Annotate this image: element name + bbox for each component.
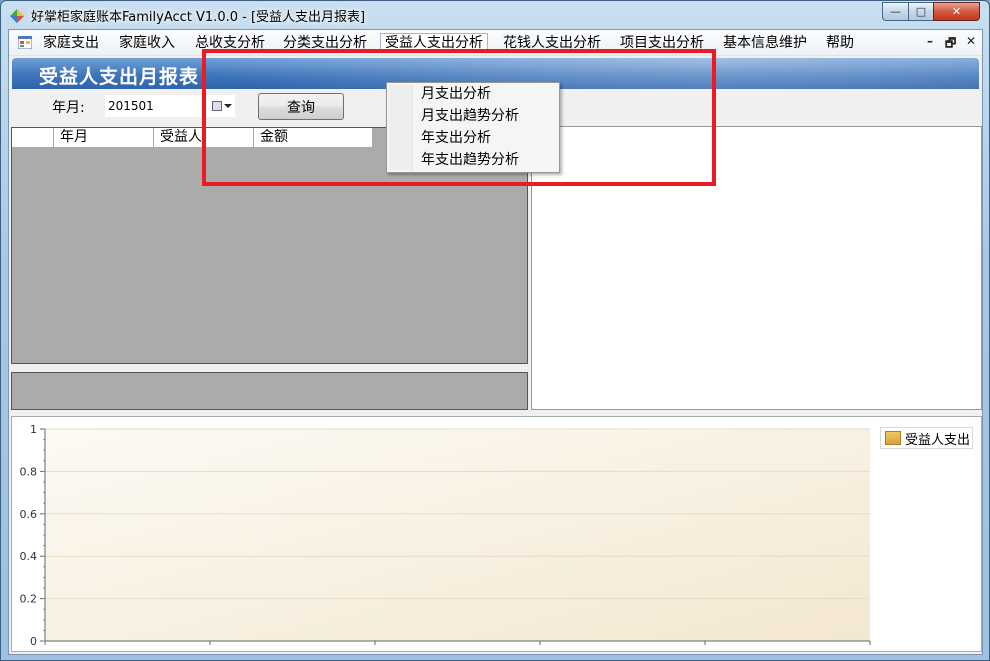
y-tick-label: 0 — [30, 635, 37, 648]
column-header-amount[interactable]: 金额 — [254, 128, 373, 148]
dropdown-item-yearly-trend[interactable]: 年支出趋势分析 — [421, 149, 519, 171]
window-title: 好掌柜家庭账本FamilyAcct V1.0.0 - [受益人支出月报表] — [31, 10, 366, 25]
menu-total-analysis[interactable]: 总收支分析 — [191, 33, 269, 53]
dropdown-icon-gutter — [389, 85, 413, 170]
dropdown-item-monthly-trend[interactable]: 月支出趋势分析 — [421, 105, 519, 127]
maximize-icon: □ — [915, 5, 927, 18]
app-logo-icon — [10, 9, 24, 23]
mdi-minimize-icon[interactable]: – — [927, 34, 933, 48]
pie-chart-panel — [531, 126, 982, 410]
year-month-value: 201501 — [108, 99, 154, 113]
y-tick-label: 0.6 — [20, 508, 38, 521]
mdi-restore-icon[interactable]: 🗗 — [945, 34, 956, 55]
mdi-close-icon[interactable]: ✕ — [966, 34, 976, 48]
menu-category-analysis[interactable]: 分类支出分析 — [279, 33, 371, 53]
dropdown-item-yearly[interactable]: 年支出分析 — [421, 127, 491, 149]
row-header-corner — [12, 128, 54, 148]
y-tick-label: 0.4 — [20, 550, 38, 563]
maximize-button[interactable]: □ — [908, 2, 934, 21]
menu-basic-info[interactable]: 基本信息维护 — [719, 33, 811, 53]
report-title: 受益人支出月报表 — [39, 66, 200, 88]
query-button[interactable]: 查询 — [258, 93, 344, 120]
legend-label: 受益人支出 — [905, 432, 971, 448]
menu-spender-analysis[interactable]: 花钱人支出分析 — [499, 33, 605, 53]
title-bar[interactable]: 好掌柜家庭账本FamilyAcct V1.0.0 - [受益人支出月报表] — … — [1, 1, 989, 29]
calendar-dropdown-button[interactable] — [206, 97, 234, 115]
bar-chart: 0 0.2 0.4 0.6 0.8 1 — [20, 423, 871, 648]
close-icon: ✕ — [951, 5, 962, 18]
year-month-picker[interactable]: 201501 — [105, 95, 235, 117]
menu-help[interactable]: 帮助 — [822, 33, 858, 53]
menu-family-expense[interactable]: 家庭支出 — [39, 33, 103, 53]
menu-beneficiary-analysis[interactable]: 受益人支出分析 — [380, 33, 488, 53]
menu-family-income[interactable]: 家庭收入 — [115, 33, 179, 53]
year-month-label: 年月: — [52, 100, 85, 116]
beneficiary-analysis-dropdown: 月支出分析 月支出趋势分析 年支出分析 年支出趋势分析 — [386, 82, 560, 173]
close-button[interactable]: ✕ — [933, 2, 980, 21]
calendar-icon — [212, 101, 222, 111]
chevron-down-icon — [224, 104, 232, 108]
client-area: 家庭支出 家庭收入 总收支分析 分类支出分析 受益人支出分析 花钱人支出分析 项… — [8, 29, 983, 655]
menu-project-analysis[interactable]: 项目支出分析 — [616, 33, 708, 53]
bar-chart-panel: 0 0.2 0.4 0.6 0.8 1 受益人支出 — [11, 416, 982, 652]
app-window: 好掌柜家庭账本FamilyAcct V1.0.0 - [受益人支出月报表] — … — [0, 0, 990, 661]
grid-header: 年月 受益人 金额 — [12, 128, 373, 148]
plot-area — [45, 429, 870, 641]
legend-swatch — [885, 431, 901, 445]
column-header-yearmonth[interactable]: 年月 — [54, 128, 154, 148]
minimize-icon: — — [890, 5, 901, 18]
y-tick-label: 0.8 — [20, 465, 38, 478]
mdi-window-icon[interactable] — [18, 36, 32, 49]
summary-grid[interactable] — [11, 372, 528, 410]
dropdown-item-monthly[interactable]: 月支出分析 — [421, 83, 491, 105]
y-tick-label: 0.2 — [20, 593, 38, 606]
chart-legend: 受益人支出 — [880, 427, 973, 449]
menu-bar: 家庭支出 家庭收入 总收支分析 分类支出分析 受益人支出分析 花钱人支出分析 项… — [9, 30, 982, 56]
y-tick-label: 1 — [30, 423, 37, 436]
column-header-beneficiary[interactable]: 受益人 — [154, 128, 254, 148]
minimize-button[interactable]: — — [882, 2, 909, 21]
